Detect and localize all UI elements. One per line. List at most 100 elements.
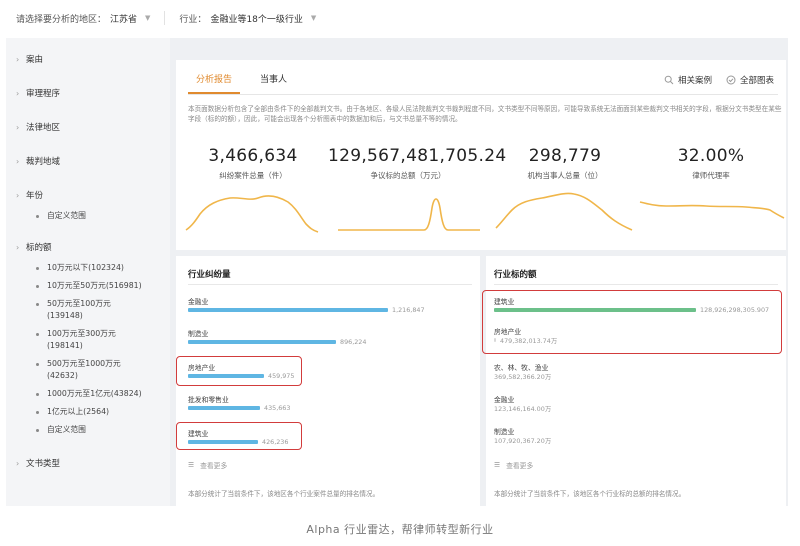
amount-row[interactable]: 制造业 (494, 426, 514, 436)
sidebar-section-year[interactable]: › 年份 (6, 184, 170, 206)
bullet-icon (36, 429, 39, 432)
chevron-right-icon: › (16, 122, 20, 132)
highlight-box (176, 422, 302, 450)
sidebar-section-label: 年份 (26, 191, 44, 201)
sidebar-item-amount[interactable]: 500万元至1000万元(42632) (6, 358, 170, 382)
industry-name: 金融业 (494, 396, 515, 404)
sidebar-item-label: 自定义范围 (47, 211, 86, 220)
stat-lawyer-rate: 32.00% 律师代理率 (636, 146, 786, 219)
sidebar-item-amount[interactable]: 1000万元至1亿元(43824) (6, 388, 170, 400)
tab-parties[interactable]: 当事人 (252, 70, 295, 94)
dispute-bar (188, 340, 336, 344)
amounts-more-link[interactable]: ☰ 查看更多 (494, 460, 533, 470)
region-filter[interactable]: 请选择要分析的地区： 江苏省 ▼ (16, 12, 150, 25)
bullet-icon (36, 333, 39, 336)
industry-filter[interactable]: 行业： 金融业等18个一级行业 ▼ (179, 12, 316, 25)
industry-name: 制造业 (188, 330, 209, 338)
industry-name: 金融业 (188, 298, 209, 306)
region-filter-value[interactable]: 江苏省 (110, 12, 137, 25)
bullet-icon (36, 303, 39, 306)
sidebar-section-label: 审理程序 (26, 89, 61, 99)
sidebar-item-amount[interactable]: 10万元以下(102324) (6, 262, 170, 274)
stat-dispute-total: 3,466,634 纠纷案件总量（件） (178, 146, 328, 233)
tab-analysis-report[interactable]: 分析报告 (188, 70, 241, 94)
bullet-icon (36, 411, 39, 414)
stat-label: 争议标的总额（万元） (370, 171, 446, 180)
list-icon: ☰ (494, 461, 501, 469)
check-circle-icon (726, 75, 736, 85)
search-icon (664, 75, 674, 85)
chevron-right-icon: › (16, 88, 20, 98)
sidebar-section-amount[interactable]: › 标的额 (6, 236, 170, 258)
image-caption: Alpha 行业雷达，帮律师转型新行业 (306, 523, 494, 536)
amount-row[interactable]: 金融业 (494, 394, 514, 404)
sidebar-item-amount[interactable]: 100万元至300万元(198141) (6, 328, 170, 352)
sidebar-item-year-custom[interactable]: 自定义范围 (6, 210, 170, 222)
stat-label: 纠纷案件总量（件） (219, 171, 287, 180)
caret-down-icon[interactable]: ▼ (311, 14, 316, 22)
dispute-row[interactable]: 批发和零售业 (188, 394, 229, 404)
sidebar-section-label: 标的额 (26, 243, 52, 253)
report-description: 本页面数据分析包含了全部由条件下的全部裁判文书。由于各地区、各级人民法院裁判文书… (188, 105, 782, 123)
sidebar-section-law-region[interactable]: › 法律地区 (6, 116, 170, 138)
panel-rule (188, 284, 472, 285)
sparkline-chart (185, 195, 319, 233)
filter-bar: 请选择要分析的地区： 江苏省 ▼ 行业： 金融业等18个一级行业 ▼ (0, 0, 800, 36)
list-icon: ☰ (188, 461, 195, 469)
analysis-panel: 分析报告 当事人 相关案例 全部图表 本页面数据分析包含了全部由条件下的全部裁判… (176, 60, 786, 506)
caret-down-icon[interactable]: ▼ (145, 14, 150, 22)
related-cases-label: 相关案例 (677, 76, 712, 86)
bullet-icon (36, 363, 39, 366)
bullet-icon (36, 267, 39, 270)
sidebar-item-amount[interactable]: 50万元至100万元(139148) (6, 298, 170, 322)
amounts-panel-title: 行业标的额 (494, 270, 537, 280)
industry-name: 批发和零售业 (188, 396, 229, 404)
panel-rule (494, 284, 778, 285)
dispute-row[interactable]: 制造业 (188, 328, 208, 338)
filter-divider (164, 11, 166, 25)
disputes-more-link[interactable]: ☰ 查看更多 (188, 460, 227, 470)
sparkline-chart (639, 201, 785, 219)
sidebar-section-label: 案由 (26, 55, 44, 65)
sidebar-section-doc-type[interactable]: › 文书类型 (6, 452, 170, 474)
disputes-footnote: 本部分统计了当前条件下，该地区各个行业案件总量的排名情况。 (188, 490, 380, 498)
sidebar-item-amount-custom[interactable]: 自定义范围 (6, 424, 170, 436)
sidebar-item-label: 1亿元以上(2564) (47, 407, 110, 416)
stat-value: 32.00% (677, 146, 745, 166)
sidebar-item-label: 10万元以下(102324) (47, 263, 124, 272)
stat-label: 律师代理率 (692, 171, 730, 180)
sparkline-chart (495, 192, 633, 231)
dispute-value: 896,224 (340, 338, 367, 346)
chevron-right-icon: › (16, 54, 20, 64)
all-charts-button[interactable]: 全部图表 (726, 74, 774, 86)
dispute-bar (188, 308, 388, 312)
dispute-row[interactable]: 金融业 (188, 296, 208, 306)
sidebar-item-amount[interactable]: 1亿元以上(2564) (6, 406, 170, 418)
stat-amount-total: 129,567,481,705.24 争议标的总额（万元） (328, 146, 507, 231)
bullet-icon (36, 215, 39, 218)
chevron-right-icon: › (16, 190, 20, 200)
highlight-box (176, 356, 302, 386)
dispute-value: 1,216,847 (392, 306, 425, 314)
related-cases-button[interactable]: 相关案例 (664, 74, 712, 86)
sidebar-item-amount[interactable]: 10万元至50万元(516981) (6, 280, 170, 292)
stat-label: 机构当事人总量（位） (527, 171, 603, 180)
amount-row[interactable]: 农、林、牧、渔业 (494, 362, 548, 372)
sidebar-section-procedure[interactable]: › 审理程序 (6, 82, 170, 104)
sidebar-section-label: 裁判地域 (26, 157, 61, 167)
amount-value: 123,146,164.00万 (494, 405, 552, 413)
sidebar-item-label: 1000万元至1亿元(43824) (47, 389, 142, 398)
sidebar-item-label: 10万元至50万元(516981) (47, 281, 142, 290)
industry-filter-value[interactable]: 金融业等18个一级行业 (210, 12, 302, 25)
sidebar-section-label: 文书类型 (26, 459, 61, 469)
sidebar-item-label: 自定义范围 (47, 425, 86, 434)
tab-bar: 分析报告 当事人 (188, 70, 307, 94)
dispute-value: 435,663 (264, 404, 291, 412)
chevron-right-icon: › (16, 242, 20, 252)
sidebar-section-court-region[interactable]: › 裁判地域 (6, 150, 170, 172)
sidebar-section-cause[interactable]: › 案由 (6, 48, 170, 70)
amounts-footnote: 本部分统计了当前条件下，该地区各个行业标的总额的排名情况。 (494, 490, 686, 498)
stat-value: 129,567,481,705.24 (328, 146, 507, 166)
industry-name: 农、林、牧、渔业 (494, 364, 549, 372)
more-label: 查看更多 (200, 462, 228, 470)
